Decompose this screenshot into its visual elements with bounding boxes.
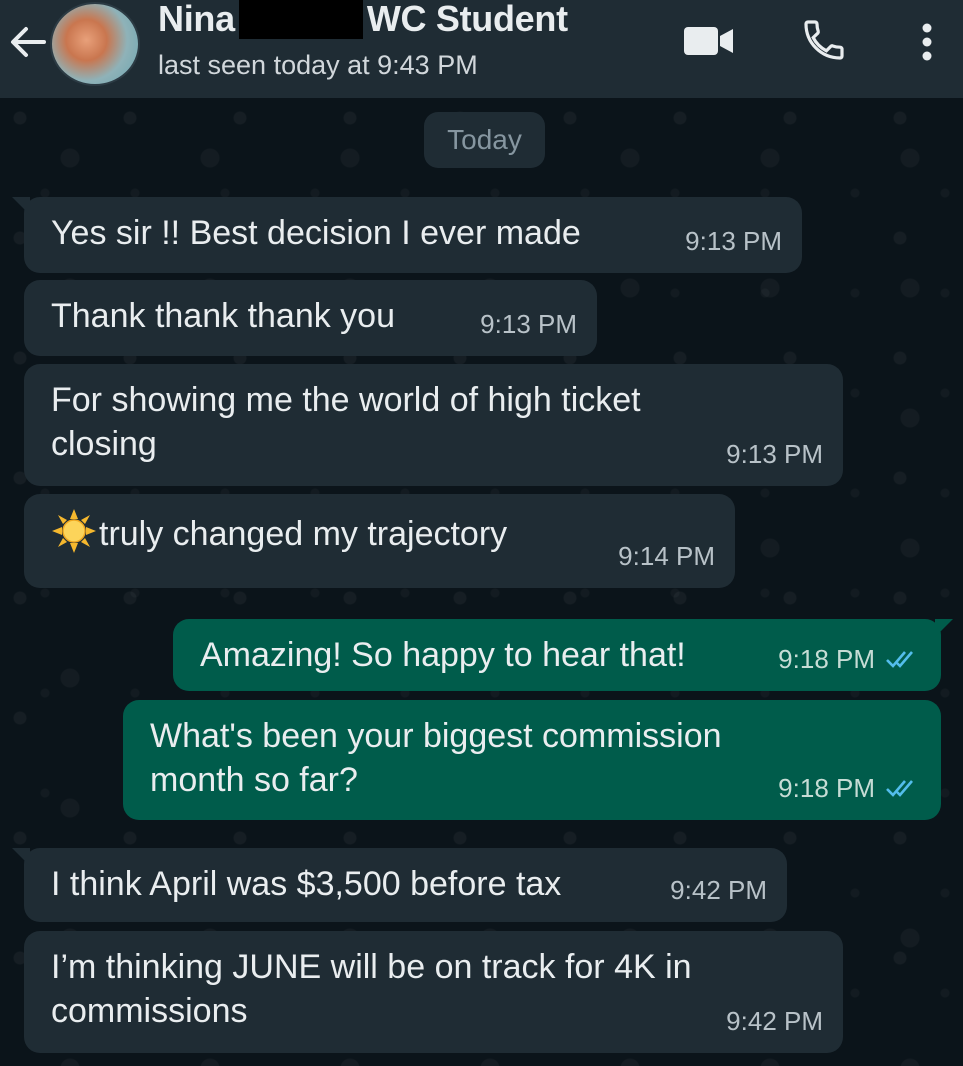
phone-icon[interactable] [800,16,848,64]
message-text: truly changed my trajectory [51,508,713,556]
avatar[interactable] [50,2,140,86]
message-text: I think April was $3,500 before tax [51,865,562,903]
message-text-body: truly changed my trajectory [99,515,508,553]
read-ticks-icon [886,651,913,668]
message-text: I’m thinking JUNE will be on track for 4… [51,948,692,1030]
message-incoming[interactable]: I’m thinking JUNE will be on track for 4… [24,931,843,1053]
contact-last-name: WC Student [366,0,568,39]
message-incoming[interactable]: Thank thank thank you 9:13 PM [24,280,597,356]
sun-emoji [52,509,96,553]
message-text: Yes sir !! Best decision I ever made [51,214,581,252]
message-time: 9:13 PM [726,439,823,469]
message-outgoing[interactable]: Amazing! So happy to hear that! 9:18 PM [173,619,953,691]
message-meta: 9:13 PM [685,219,782,263]
message-incoming[interactable]: I think April was $3,500 before tax 9:42… [12,848,787,922]
contact-first-name: Nina [158,0,235,39]
message-meta: 9:42 PM [726,999,823,1043]
message-time: 9:42 PM [670,875,767,905]
message-meta: 9:13 PM [480,302,577,346]
message-time: 9:18 PM [778,644,875,674]
message-meta: 9:13 PM [726,432,823,476]
message-incoming[interactable]: For showing me the world of high ticket … [24,364,843,486]
last-seen-status: last seen today at 9:43 PM [158,50,478,80]
message-meta: 9:18 PM [778,766,921,810]
message-time: 9:42 PM [726,1006,823,1036]
message-meta: 9:42 PM [670,868,767,912]
back-arrow-icon[interactable] [6,20,50,64]
chat-header: Nina WC Student last seen today at 9:43 … [0,0,963,98]
message-incoming[interactable]: truly changed my trajectory 9:14 PM [24,494,735,588]
date-divider: Today [424,112,545,168]
more-options-icon[interactable] [913,18,941,66]
message-time: 9:18 PM [778,773,875,803]
contact-name[interactable]: Nina WC Student [158,0,568,42]
message-time: 9:14 PM [618,541,715,571]
redaction-bar [238,0,363,39]
message-outgoing[interactable]: What's been your biggest commission mont… [123,700,941,820]
message-incoming[interactable]: Yes sir !! Best decision I ever made 9:1… [12,197,802,273]
message-time: 9:13 PM [685,226,782,256]
read-ticks-icon [886,780,913,797]
message-time: 9:13 PM [480,309,577,339]
message-text: For showing me the world of high ticket … [51,381,641,463]
video-call-icon[interactable] [683,24,735,58]
message-meta: 9:14 PM [618,534,715,578]
message-meta: 9:18 PM [778,637,921,681]
